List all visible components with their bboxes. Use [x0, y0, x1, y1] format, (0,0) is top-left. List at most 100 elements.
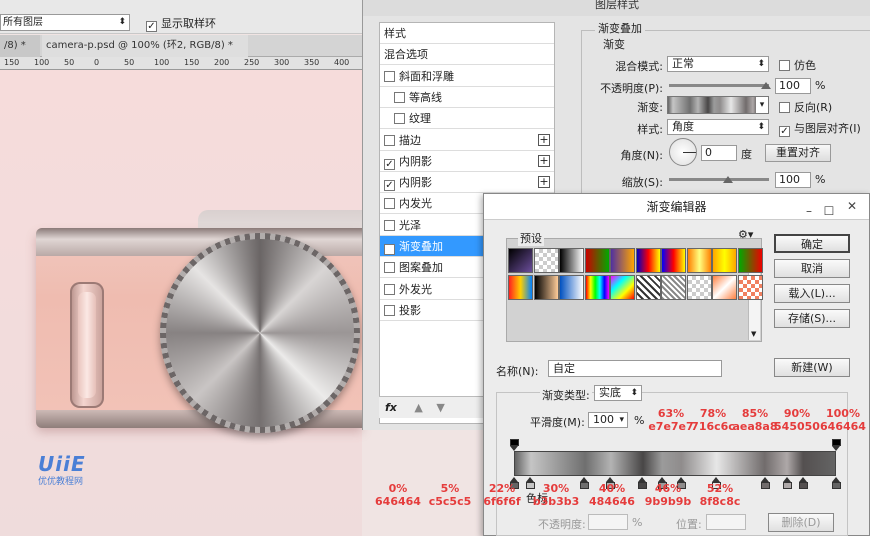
stop-annotation-hex: 716c6c — [691, 420, 735, 433]
gradient-overlay-heading: 渐变叠加 — [595, 20, 645, 36]
style-list-item[interactable]: 纹理 — [380, 108, 554, 130]
checkbox-icon[interactable] — [384, 283, 395, 295]
save-button[interactable]: 存储(S)... — [774, 309, 850, 328]
ok-button[interactable]: 确定 — [774, 234, 850, 253]
add-icon[interactable]: + — [538, 133, 550, 146]
preset-swatch[interactable] — [686, 248, 712, 273]
new-button[interactable]: 新建(W) — [774, 358, 850, 377]
preset-swatch[interactable] — [508, 275, 533, 300]
style-list-item[interactable]: ✓ 内阴影 + — [380, 172, 554, 194]
scroll-down-icon[interactable]: ▼ — [751, 330, 756, 338]
style-list-item[interactable]: 混合选项 — [380, 44, 554, 66]
opacity-unit: % — [815, 79, 826, 92]
opacity-slider-thumb[interactable] — [761, 82, 771, 89]
preset-swatch[interactable] — [559, 248, 584, 273]
minimize-icon[interactable]: – — [799, 198, 819, 224]
preset-swatch[interactable] — [610, 248, 635, 273]
gradient-name-input[interactable]: 自定 — [548, 360, 722, 377]
gradient-type-select[interactable]: 实底 ⬍ — [594, 385, 642, 401]
ruler-tick-label: 350 — [304, 58, 320, 67]
reverse-checkbox[interactable]: 反向(R) — [779, 99, 832, 115]
stop-annotation: 5% c5c5c5 — [426, 482, 474, 508]
stop-annotation-hex: aea8a8 — [732, 420, 778, 433]
gradient-picker[interactable]: ▾ — [667, 96, 769, 114]
preset-swatch[interactable] — [533, 275, 559, 300]
reset-align-button[interactable]: 重置对齐 — [765, 144, 831, 162]
blend-mode-label: 混合模式: — [615, 60, 663, 73]
checkbox-icon[interactable] — [384, 70, 395, 82]
checkbox-checked-icon: ✓ — [779, 126, 790, 137]
style-list-item[interactable]: ✓ 内阴影 + — [380, 151, 554, 172]
checkbox-icon[interactable] — [384, 304, 395, 316]
ruler-tick-label: 150 — [184, 58, 200, 67]
load-button[interactable]: 载入(L)... — [774, 284, 850, 303]
align-layer-checkbox[interactable]: ✓ 与图层对齐(I) — [779, 120, 861, 137]
arrow-up-icon[interactable]: ▲ — [414, 401, 422, 414]
cancel-button[interactable]: 取消 — [774, 259, 850, 278]
style-list-item[interactable]: 描边 + — [380, 130, 554, 151]
document-tab[interactable]: camera-p.psd @ 100% (环2, RGB/8) * × — [42, 35, 248, 73]
preset-swatch[interactable] — [584, 275, 610, 300]
delete-button[interactable]: 删除(D) — [768, 513, 834, 532]
maximize-icon[interactable]: ☐ — [819, 198, 839, 224]
close-icon[interactable]: ✕ — [839, 198, 865, 216]
checkbox-icon[interactable] — [384, 262, 395, 274]
preset-swatch[interactable] — [533, 248, 559, 273]
gradient-bar[interactable] — [514, 451, 836, 476]
preset-swatch[interactable] — [584, 248, 610, 273]
style-list-item[interactable]: 样式 — [380, 23, 554, 44]
preset-swatch[interactable] — [737, 275, 763, 300]
chevron-down-icon: ▾ — [619, 415, 624, 425]
layer-sample-select[interactable]: 所有图层 ⬍ — [0, 14, 130, 31]
stop-annotation-hex: 484646 — [589, 495, 635, 508]
style-select[interactable]: 角度 ⬍ — [667, 119, 769, 135]
name-label: 名称(N): — [496, 365, 539, 378]
document-tab[interactable]: /8) * × — [0, 35, 40, 73]
preset-swatch[interactable] — [661, 275, 686, 300]
add-icon[interactable]: + — [538, 154, 550, 167]
add-icon[interactable]: + — [538, 176, 550, 189]
arrow-down-icon[interactable]: ▼ — [436, 401, 444, 414]
scale-slider-thumb[interactable] — [723, 176, 733, 183]
fx-icon[interactable]: fx — [385, 401, 397, 414]
checkbox-icon[interactable] — [384, 219, 395, 231]
preset-swatch[interactable] — [559, 275, 584, 300]
opacity-slider[interactable] — [669, 84, 769, 87]
dither-checkbox[interactable]: 仿色 — [779, 57, 816, 73]
preset-swatch[interactable] — [737, 248, 763, 273]
scale-input[interactable]: 100 — [775, 172, 811, 188]
preset-swatch[interactable] — [610, 275, 635, 300]
checkbox-checked-icon[interactable]: ✓ — [384, 180, 395, 192]
preset-swatch[interactable] — [686, 275, 712, 300]
preset-swatch[interactable] — [712, 275, 737, 300]
checkbox-checked-icon[interactable]: ✓ — [384, 244, 395, 255]
blend-mode-select[interactable]: 正常 ⬍ — [667, 56, 769, 72]
angle-dial[interactable] — [669, 138, 697, 166]
checkbox-icon[interactable] — [394, 91, 405, 103]
opacity-input[interactable]: 100 — [775, 78, 811, 94]
smoothness-select[interactable]: 100 ▾ — [588, 412, 628, 428]
checkbox-icon[interactable] — [384, 134, 395, 146]
angle-input[interactable]: 0 — [701, 145, 737, 161]
style-list-item[interactable]: 斜面和浮雕 — [380, 66, 554, 87]
preset-swatch[interactable] — [712, 248, 737, 273]
position-input[interactable] — [706, 514, 746, 530]
stop-annotation-pct: 40% — [598, 482, 626, 495]
preset-swatch[interactable] — [508, 248, 533, 273]
sample-ring-checkbox[interactable]: ✓ 显示取样环 — [146, 15, 216, 32]
preset-swatch[interactable] — [635, 275, 661, 300]
gradient-editor-titlebar: 渐变编辑器 – ☐ ✕ — [484, 194, 869, 220]
preset-swatch[interactable] — [661, 248, 686, 273]
checkbox-checked-icon[interactable]: ✓ — [384, 158, 395, 170]
stop-opacity-input[interactable] — [588, 514, 628, 530]
stop-annotation: 0% 646464 — [374, 482, 422, 508]
preset-swatch[interactable] — [635, 248, 661, 273]
gear-icon[interactable]: ⚙▾ — [738, 228, 753, 241]
ruler-tick-label: 300 — [274, 58, 290, 67]
angle-unit: 度 — [741, 148, 752, 161]
chevron-down-icon[interactable]: ▾ — [756, 97, 768, 113]
checkbox-icon[interactable] — [394, 113, 405, 125]
style-list-item[interactable]: 等高线 — [380, 87, 554, 108]
scale-slider[interactable] — [669, 178, 769, 181]
checkbox-icon[interactable] — [384, 198, 395, 210]
